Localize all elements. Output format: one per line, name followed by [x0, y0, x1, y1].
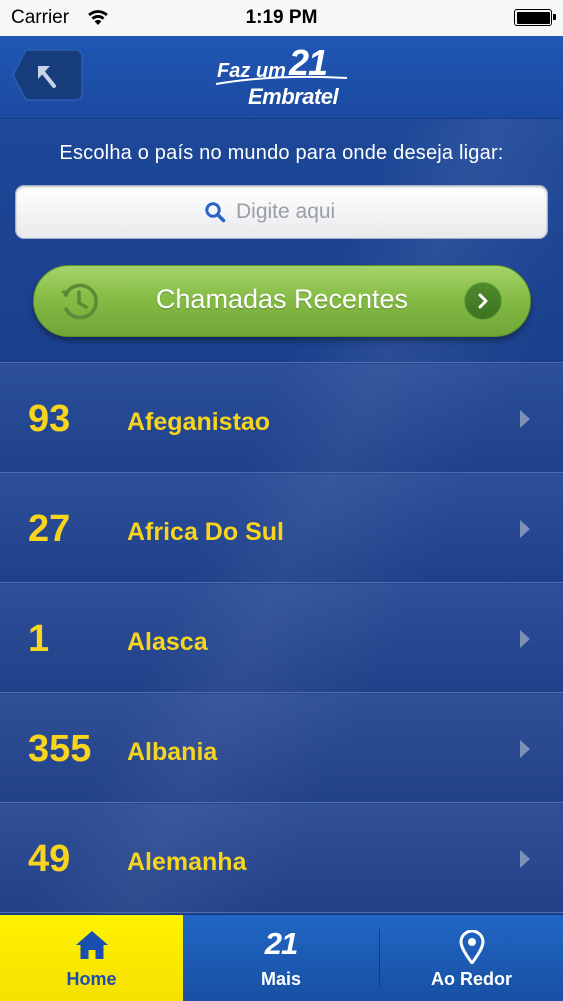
tab-mais-label: Mais — [260, 969, 302, 989]
disclosure-arrow-icon — [520, 520, 530, 538]
tab-mais[interactable]: 21 Mais — [183, 915, 379, 1001]
recent-calls-label: Chamadas Recentes — [155, 284, 409, 314]
country-code: 355 — [28, 728, 92, 770]
recent-calls-button[interactable]: Chamadas Recentes — [33, 265, 531, 337]
back-button[interactable] — [12, 48, 84, 102]
back-arrow-icon — [12, 49, 83, 101]
search-input[interactable] — [236, 186, 516, 238]
embratel-logo: Faz um 21 Embratel — [214, 42, 349, 110]
country-code: 49 — [28, 838, 71, 880]
country-row[interactable]: 49 Alemanha — [0, 803, 563, 913]
country-code: 93 — [28, 398, 71, 440]
tab-home-label: Home — [66, 969, 117, 989]
country-code: 27 — [28, 508, 71, 550]
country-prompt: Escolha o país no mundo para onde deseja… — [59, 142, 504, 164]
twenty-one-icon: 21 — [264, 926, 298, 961]
tab-ao-redor[interactable]: Ao Redor — [380, 915, 563, 1001]
tab-bar: Home 21 Mais Ao Redor — [0, 914, 563, 1001]
country-name: Afeganistao — [127, 408, 271, 436]
country-name: Alasca — [127, 628, 208, 656]
location-pin-icon — [458, 930, 485, 964]
status-bar: Carrier 1:19 PM — [0, 0, 563, 36]
country-code: 1 — [28, 618, 50, 660]
battery-icon — [514, 9, 556, 26]
country-name: Alemanha — [127, 848, 247, 876]
disclosure-arrow-icon — [520, 630, 530, 648]
country-row[interactable]: 93 Afeganistao — [0, 363, 563, 473]
country-row[interactable]: 27 Africa Do Sul — [0, 473, 563, 583]
country-name: Albania — [127, 738, 218, 766]
country-row[interactable]: 1 Alasca — [0, 583, 563, 693]
country-row[interactable]: 355 Albania — [0, 693, 563, 803]
disclosure-arrow-icon — [520, 410, 530, 428]
disclosure-arrow-icon — [520, 850, 530, 868]
disclosure-arrow-icon — [520, 740, 530, 758]
header-bar: Faz um 21 Embratel — [0, 36, 563, 119]
search-icon — [205, 202, 226, 223]
logo-text-embratel: Embratel — [248, 84, 339, 109]
home-icon — [75, 931, 108, 959]
status-time: 1:19 PM — [245, 7, 318, 28]
country-list: 93 Afeganistao 27 Africa Do Sul 1 Alasca… — [0, 362, 563, 913]
chevron-right-icon — [464, 282, 502, 320]
battery-level — [516, 11, 550, 24]
tab-ao-redor-label: Ao Redor — [431, 969, 512, 989]
app-screen: Faz um 21 Embratel Escolha o país no mun… — [0, 36, 563, 914]
search-box[interactable] — [15, 185, 548, 239]
country-name: Africa Do Sul — [127, 518, 284, 546]
tab-home[interactable]: Home — [0, 915, 183, 1001]
